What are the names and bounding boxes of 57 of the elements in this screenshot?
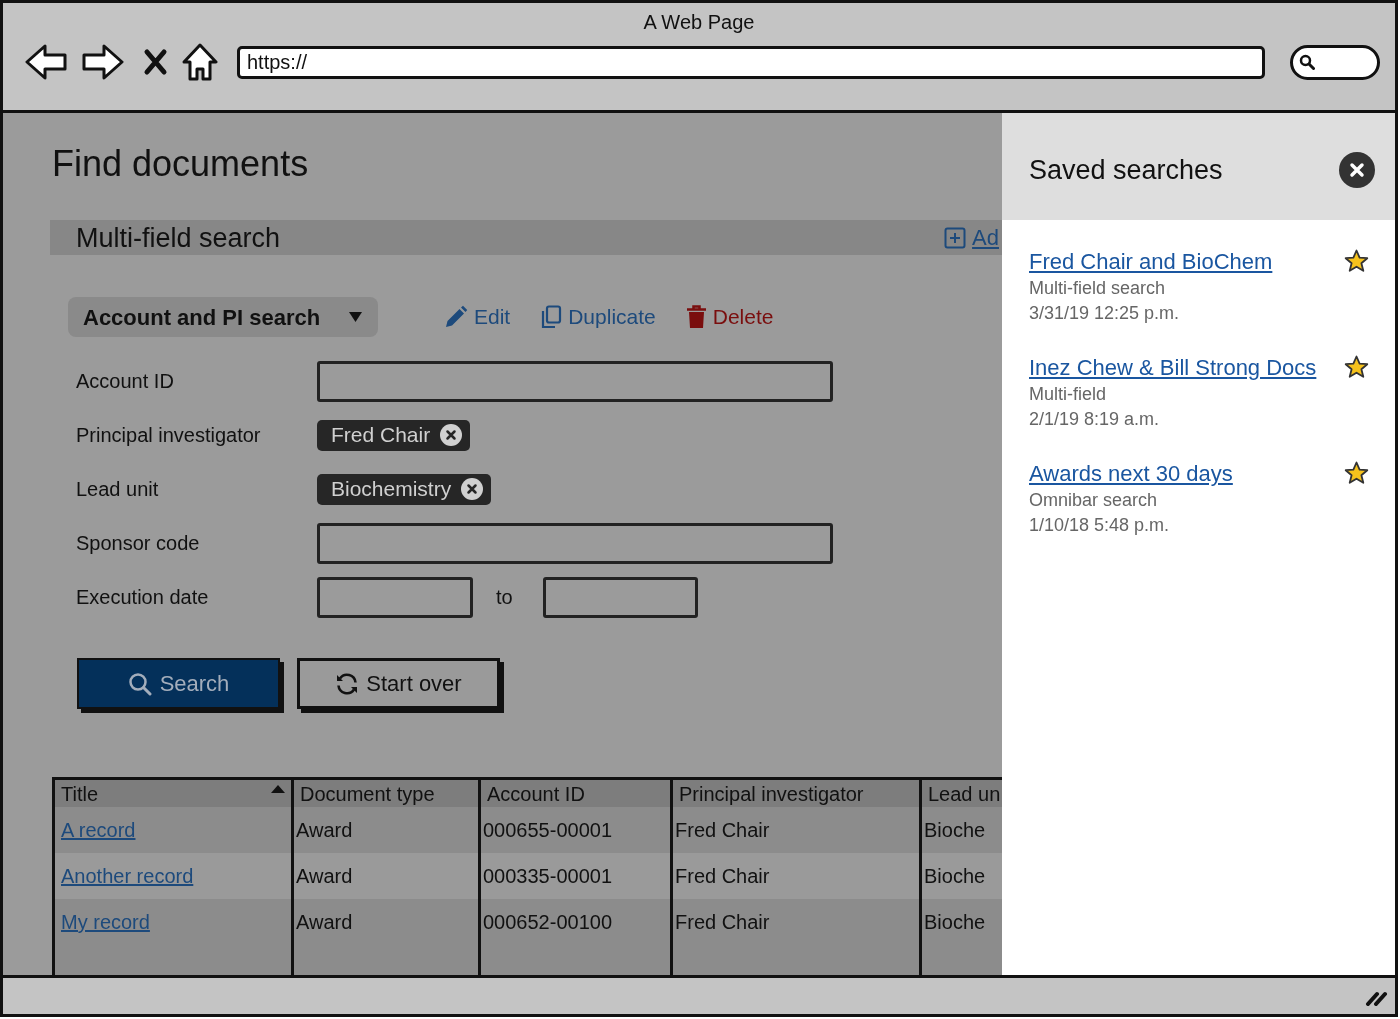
- x-circle-icon[interactable]: [461, 478, 484, 500]
- saved-date: 1/10/18 5:48 p.m.: [1029, 514, 1170, 537]
- field-label: Principal investigator: [76, 423, 262, 447]
- duplicate-link[interactable]: Duplicate: [540, 304, 656, 330]
- saved-date: 3/31/19 12:25 p.m.: [1029, 302, 1180, 325]
- input-field[interactable]: [317, 360, 833, 402]
- refresh-icon: [335, 671, 360, 696]
- tag-label: Fred Chair: [331, 422, 431, 448]
- saved-search-dropdown[interactable]: Account and PI search: [68, 297, 378, 337]
- record-link[interactable]: Another record: [61, 864, 194, 888]
- panel-title: Saved searches: [1029, 153, 1223, 186]
- field-label: Lead unit: [76, 477, 160, 501]
- home-icon[interactable]: [182, 42, 218, 82]
- caret-down-icon: [349, 312, 362, 322]
- column-header[interactable]: Lead un: [922, 780, 1002, 807]
- close-icon[interactable]: [1339, 151, 1375, 188]
- range-separator: to: [496, 585, 513, 609]
- search-type: Multi-field search: [1029, 277, 1166, 300]
- search-type: Omnibar search: [1029, 489, 1158, 512]
- x-mark-icon[interactable]: [143, 48, 168, 76]
- star-icon[interactable]: [1344, 461, 1369, 485]
- forward-arrow-icon[interactable]: [82, 43, 124, 81]
- page-heading: Find documents: [52, 144, 309, 184]
- delete-link[interactable]: Delete: [685, 304, 774, 330]
- input-field[interactable]: [317, 522, 833, 564]
- saved-search-link[interactable]: Awards next 30 days: [1029, 460, 1233, 488]
- record-link[interactable]: My record: [61, 910, 150, 934]
- star-icon[interactable]: [1344, 355, 1369, 379]
- record-link[interactable]: A record: [61, 818, 136, 842]
- search-type: Multi-field: [1029, 383, 1107, 406]
- star-icon[interactable]: [1344, 249, 1369, 273]
- pencil-icon: [444, 305, 468, 329]
- field-label: Execution date: [76, 585, 210, 609]
- plus-square-icon[interactable]: [944, 226, 967, 249]
- x-circle-icon[interactable]: [440, 424, 463, 446]
- saved-date: 2/1/19 8:19 a.m.: [1029, 408, 1160, 431]
- table-cell-text: Bioche: [923, 864, 987, 889]
- edit-link[interactable]: Edit: [444, 304, 511, 330]
- trash-icon: [685, 305, 707, 329]
- saved-search-link[interactable]: Fred Chair and BioChem: [1029, 248, 1273, 276]
- add-link[interactable]: Ad: [972, 224, 999, 251]
- back-arrow-icon[interactable]: [25, 43, 67, 81]
- saved-search-link[interactable]: Inez Chew & Bill Strong Docs: [1029, 354, 1317, 382]
- date-field[interactable]: [542, 576, 698, 618]
- table-cell-text: Bioche: [923, 910, 987, 935]
- window-title: A Web Page: [643, 10, 755, 34]
- url-field[interactable]: https://: [237, 45, 1265, 79]
- date-field[interactable]: [317, 576, 473, 618]
- search-icon: [127, 671, 152, 696]
- field-label: Sponsor code: [76, 531, 201, 555]
- search-field[interactable]: [1290, 44, 1380, 80]
- table-cell-text: Bioche: [923, 818, 987, 843]
- search-icon: [1299, 54, 1315, 70]
- section-title: Multi-field search: [75, 221, 281, 254]
- tag-label: Biochemistry: [331, 476, 452, 502]
- field-label: Account ID: [76, 369, 175, 393]
- copy-icon: [540, 305, 563, 329]
